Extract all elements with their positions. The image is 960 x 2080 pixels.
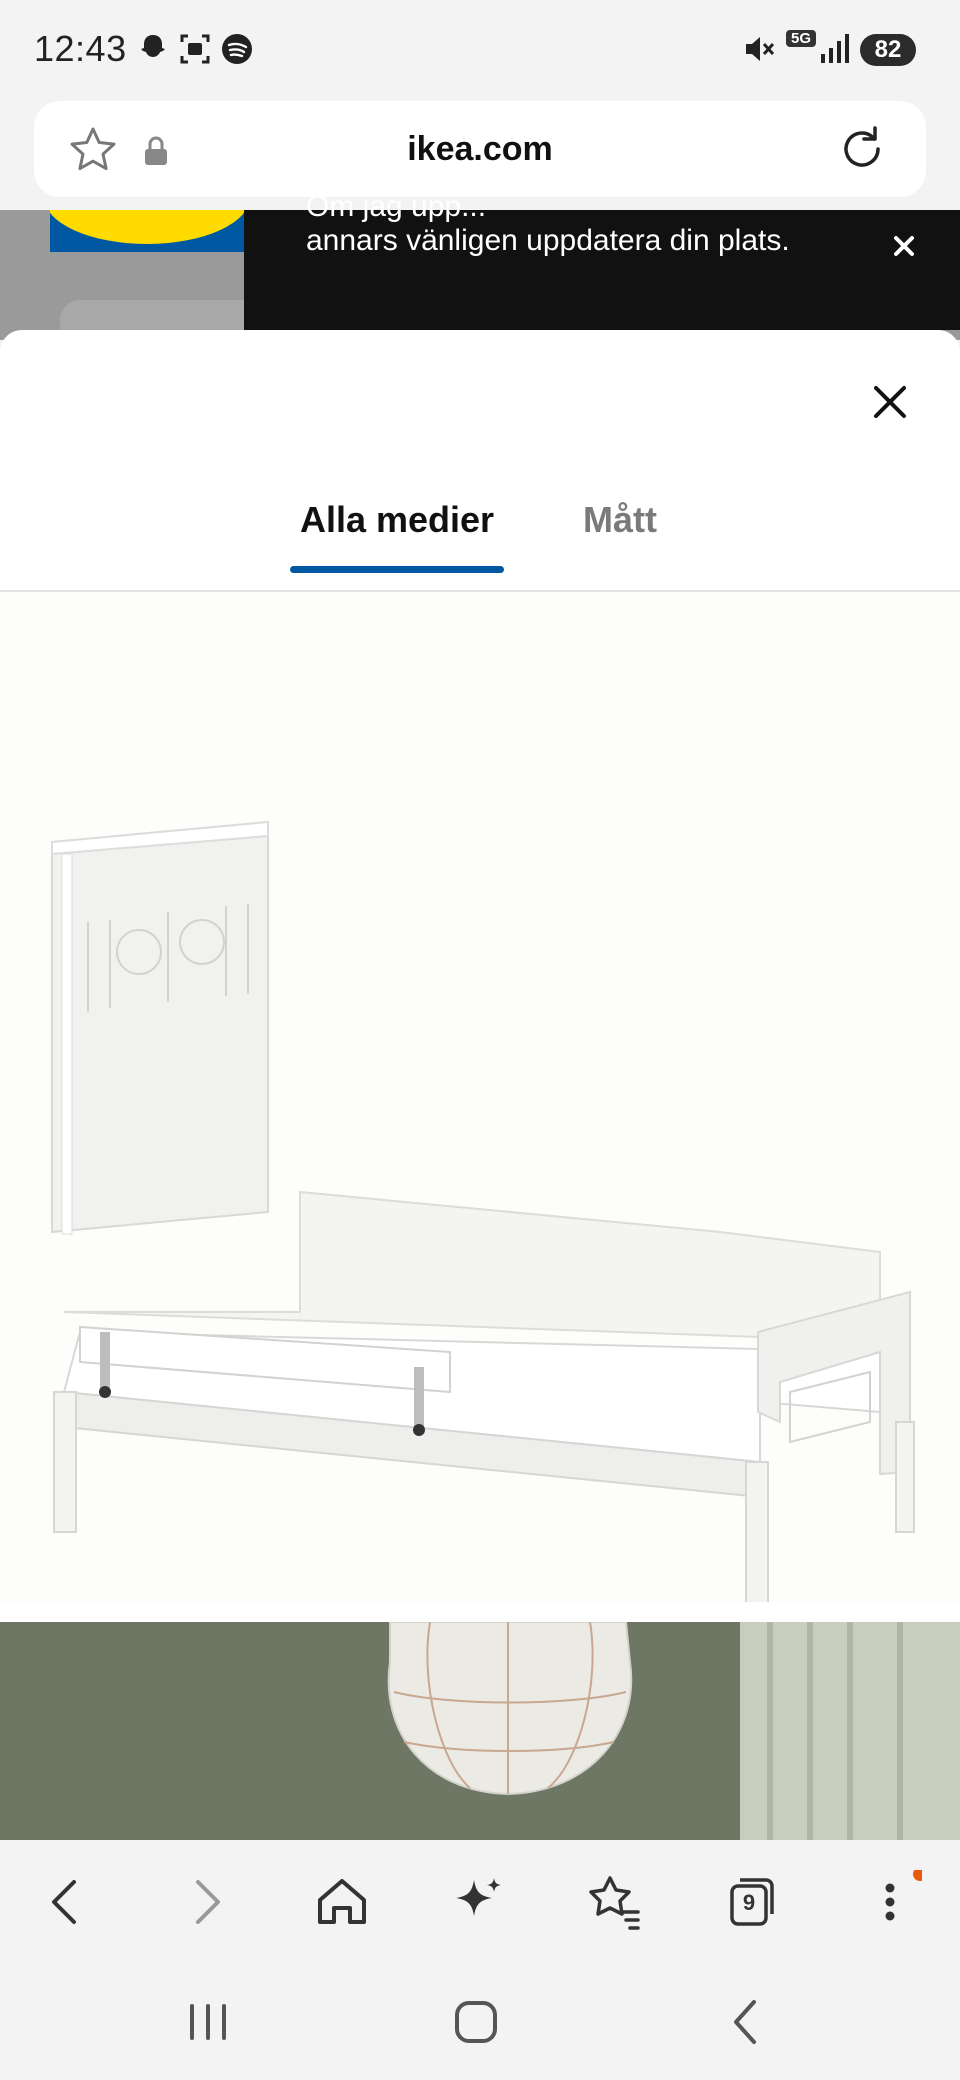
recent-apps-button[interactable]: [176, 1990, 240, 2054]
toast-text: annars vänligen uppdatera din plats.: [306, 224, 790, 257]
home-button[interactable]: [310, 1870, 374, 1934]
tab-all-media[interactable]: Alla medier: [290, 480, 504, 560]
location-toast: Om jag upp... annars vänligen uppdatera …: [244, 190, 960, 330]
bed-leg: [895, 1421, 915, 1533]
screenshot-icon: [180, 34, 210, 64]
bed-illustration: [51, 820, 915, 1623]
headboard: [51, 820, 269, 1234]
tab-dimensions[interactable]: Mått: [560, 480, 680, 560]
back-nav-button[interactable]: [714, 1990, 778, 2054]
toast-close-button[interactable]: [884, 226, 924, 266]
browser-toolbar: 9: [0, 1840, 960, 1960]
room-scene-illustration: [0, 1622, 960, 1840]
reload-icon[interactable]: [834, 121, 890, 177]
notification-dot: [913, 1867, 927, 1881]
back-button[interactable]: [34, 1870, 98, 1934]
media-modal: Alla medier Mått: [0, 330, 960, 1840]
signal-icon: [821, 34, 849, 63]
product-image[interactable]: [0, 592, 960, 1623]
tab-selected-indicator: [290, 566, 504, 573]
ai-sparkle-button[interactable]: [446, 1870, 510, 1934]
close-icon: [894, 236, 914, 256]
address-bar[interactable]: ikea.com: [34, 101, 926, 197]
media-tabs: Alla medier Mått: [0, 480, 960, 592]
home-nav-button[interactable]: [444, 1990, 508, 2054]
more-vertical-icon: [885, 1867, 927, 1921]
system-nav-bar: [0, 1960, 960, 2080]
forward-button[interactable]: [174, 1870, 238, 1934]
spotify-icon: [222, 34, 252, 64]
mute-icon: [746, 37, 775, 61]
ikea-logo[interactable]: [50, 210, 244, 252]
battery-indicator: 82: [860, 34, 916, 66]
menu-button[interactable]: [858, 1867, 927, 1934]
clock: 12:43: [34, 28, 127, 69]
bed-leg: [53, 1391, 77, 1533]
bookmarks-button[interactable]: [582, 1870, 646, 1934]
network-label: 5G: [786, 30, 816, 47]
lock-icon: [145, 136, 167, 165]
bed-leg: [745, 1461, 769, 1623]
modal-close-button[interactable]: [866, 378, 914, 426]
tabs-button[interactable]: 9: [720, 1870, 784, 1934]
bookmark-star-icon[interactable]: [68, 125, 118, 175]
snapchat-icon: [141, 35, 165, 57]
room-photo[interactable]: [0, 1622, 960, 1840]
network-5g-icon: 5G: [786, 30, 820, 66]
tab-count: 9: [742, 1890, 756, 1915]
status-bar: 12:43 5G 82: [0, 0, 960, 100]
